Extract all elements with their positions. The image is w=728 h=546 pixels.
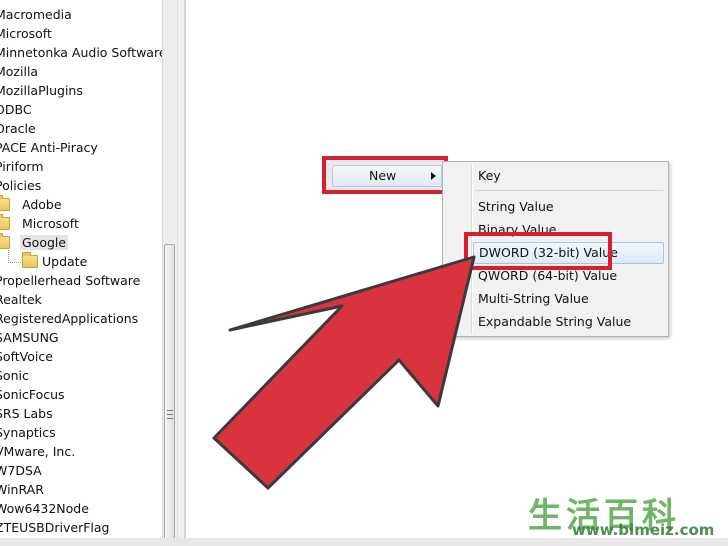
tree-item-label: SAMSUNG (0, 330, 59, 345)
tree-item-label: Realtek (0, 292, 42, 307)
tree-item-label: SonicFocus (0, 387, 65, 402)
tree-item-label: Google (20, 235, 69, 250)
tree-item-policies[interactable]: Policies (0, 176, 41, 195)
tree-item-microsoft-policies[interactable]: Microsoft (0, 214, 79, 233)
tree-item-odbc[interactable]: ODBC (0, 100, 32, 119)
tree-item-winrar[interactable]: WinRAR (0, 480, 44, 499)
tree-item-label: ODBC (0, 102, 32, 117)
menu-item-string-value[interactable]: String Value (473, 196, 554, 218)
tree-item-label: Propellerhead Software (0, 273, 141, 288)
tree-item-softvoice[interactable]: SoftVoice (0, 347, 53, 366)
tree-item-sonic[interactable]: Sonic (0, 366, 29, 385)
bottom-status-strip (0, 538, 728, 546)
tree-item-w7dsa[interactable]: W7DSA (0, 461, 42, 480)
tree-item-synaptics[interactable]: Synaptics (0, 423, 56, 442)
tree-item-label: W7DSA (0, 463, 42, 478)
tree-item-label: PACE Anti-Piracy (0, 140, 98, 155)
folder-icon (0, 195, 10, 211)
tree-item-microsoft[interactable]: Microsoft (0, 24, 52, 43)
tree-item-samsung[interactable]: SAMSUNG (0, 328, 59, 347)
tree-item-label: WinRAR (0, 482, 44, 497)
tree-item-label: Minnetonka Audio Software (0, 45, 162, 60)
tree-item-label: MozillaPlugins (0, 83, 83, 98)
tree-item-update[interactable]: Update (0, 250, 88, 271)
tree-item-adobe[interactable]: Adobe (0, 195, 62, 214)
tree-item-label: VMware, Inc. (0, 444, 76, 459)
tree-item-srslabs[interactable]: SRS Labs (0, 404, 53, 423)
tree-item-label: Mozilla (0, 64, 39, 79)
tree-item-minnetonka[interactable]: Minnetonka Audio Software (0, 43, 162, 62)
pane-splitter[interactable] (178, 0, 186, 546)
registry-tree-pane: Macromedia Microsoft Minnetonka Audio So… (0, 0, 162, 546)
menu-separator (475, 190, 663, 191)
tree-item-label: Policies (0, 178, 42, 193)
dword-highlight-box (464, 232, 612, 270)
tree-item-sonicfocus[interactable]: SonicFocus (0, 385, 65, 404)
tree-item-label: Microsoft (22, 216, 79, 231)
tree-item-vmware[interactable]: VMware, Inc. (0, 442, 75, 461)
new-menu-label: New (369, 168, 397, 183)
tree-connector (8, 250, 21, 263)
tree-item-piriform[interactable]: Piriform (0, 157, 44, 176)
tree-item-label: Update (42, 254, 88, 269)
new-menu-highlight-box: New (322, 156, 448, 194)
folder-open-icon (0, 233, 10, 249)
tree-item-label: Piriform (0, 159, 44, 174)
tree-item-label: RegisteredApplications (0, 311, 139, 326)
tree-item-label: SoftVoice (0, 349, 53, 364)
tree-item-label: Sonic (0, 368, 29, 383)
submenu-arrow-icon (431, 172, 436, 180)
tree-item-mozilla[interactable]: Mozilla (0, 62, 38, 81)
tree-item-wow6432node[interactable]: Wow6432Node (0, 499, 89, 518)
tree-item-realtek[interactable]: Realtek (0, 290, 42, 309)
menu-item-key[interactable]: Key (473, 165, 501, 187)
tree-item-mozillaplugins[interactable]: MozillaPlugins (0, 81, 83, 100)
tree-item-pace[interactable]: PACE Anti-Piracy (0, 138, 98, 157)
tree-scrollbar[interactable] (162, 0, 178, 546)
tree-item-registeredapps[interactable]: RegisteredApplications (0, 309, 138, 328)
scrollbar-thumb[interactable] (164, 244, 175, 546)
tree-item-label: Oracle (0, 121, 36, 136)
tree-item-propellerhead[interactable]: Propellerhead Software (0, 271, 140, 290)
tree-item-label: SRS Labs (0, 406, 53, 421)
tree-item-oracle[interactable]: Oracle (0, 119, 36, 138)
folder-icon (22, 252, 38, 268)
menu-item-multi-string-value[interactable]: Multi-String Value (473, 288, 589, 310)
tree-item-label: Microsoft (0, 26, 52, 41)
tree-item-label: Wow6432Node (0, 501, 89, 516)
grip-icon (167, 410, 173, 419)
tree-item-macromedia[interactable]: Macromedia (0, 5, 72, 24)
new-menu-item[interactable]: New (332, 165, 442, 187)
menu-item-expandable-string-value[interactable]: Expandable String Value (473, 311, 631, 333)
watermark-url: www.bimeiz.com (572, 521, 715, 539)
tree-item-label: Adobe (22, 197, 62, 212)
tree-item-zteusbdriverflag[interactable]: ZTEUSBDriverFlag (0, 518, 109, 537)
tree-item-label: ZTEUSBDriverFlag (0, 520, 110, 535)
folder-icon (0, 214, 10, 230)
tree-item-label: Macromedia (0, 7, 72, 22)
tree-item-label: Synaptics (0, 425, 56, 440)
